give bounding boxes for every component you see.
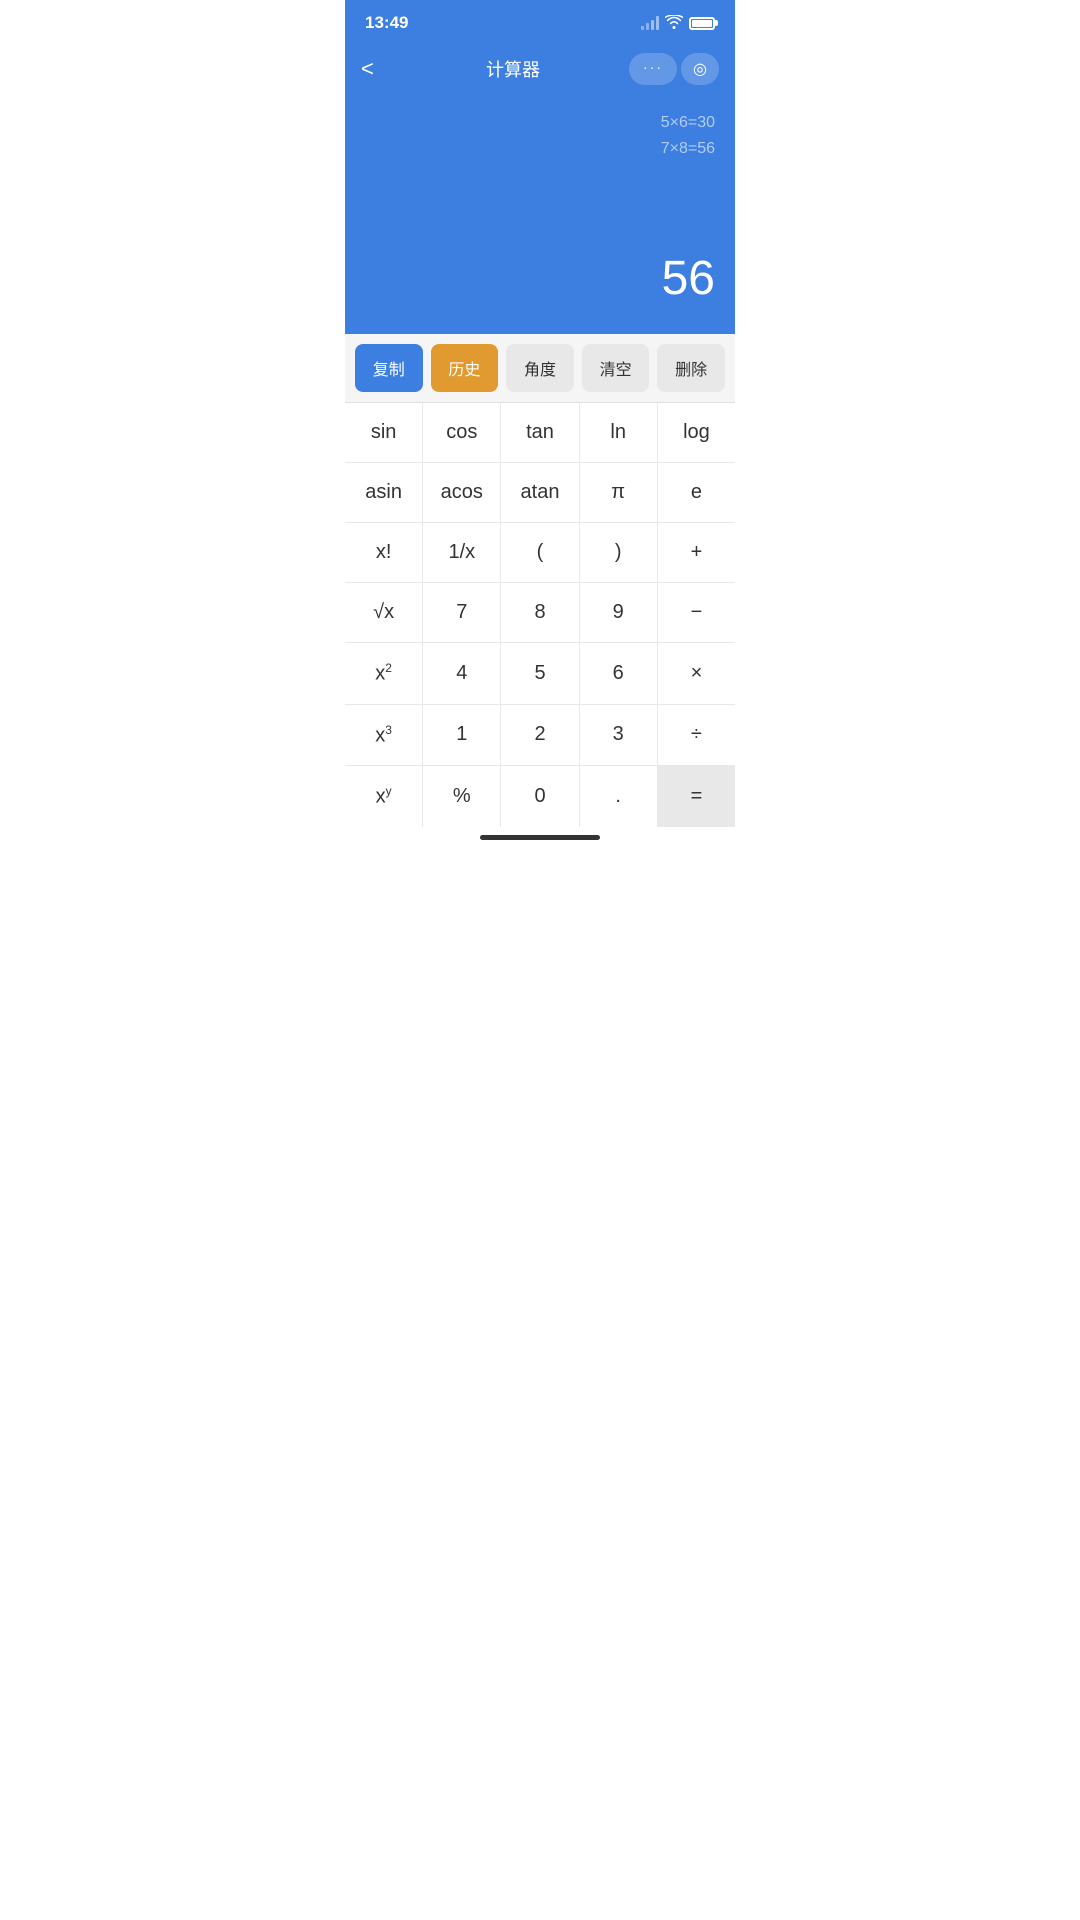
key-divide[interactable]: ÷ [658,705,735,766]
eye-button[interactable]: ◎ [681,53,719,85]
battery-icon [689,17,715,30]
angle-button[interactable]: 角度 [506,344,574,392]
nav-actions: ··· ◎ [629,53,719,85]
key-1[interactable]: 1 [423,705,501,766]
page-title: 计算器 [486,56,540,82]
key-equals[interactable]: = [658,766,735,827]
keypad: sin cos tan ln log asin acos atan π e x!… [345,403,735,827]
key-0[interactable]: 0 [501,766,579,827]
key-asin[interactable]: asin [345,463,423,522]
key-square[interactable]: x2 [345,643,423,704]
key-tan[interactable]: tan [501,403,579,462]
more-button[interactable]: ··· [629,53,677,85]
key-acos[interactable]: acos [423,463,501,522]
key-7[interactable]: 7 [423,583,501,642]
keypad-row-7: xy % 0 . = [345,766,735,827]
key-multiply[interactable]: × [658,643,735,704]
status-bar: 13:49 [345,0,735,44]
keypad-row-2: asin acos atan π e [345,463,735,523]
clear-button[interactable]: 清空 [582,344,650,392]
action-row: 复制 历史 角度 清空 删除 [345,334,735,403]
key-minus[interactable]: − [658,583,735,642]
key-plus[interactable]: + [658,523,735,582]
key-5[interactable]: 5 [501,643,579,704]
home-bar [480,835,600,840]
wifi-icon [665,15,683,32]
signal-icon [641,16,659,30]
home-indicator [345,827,735,844]
key-pi[interactable]: π [580,463,658,522]
key-cube[interactable]: x3 [345,705,423,766]
key-percent[interactable]: % [423,766,501,827]
key-3[interactable]: 3 [580,705,658,766]
back-button[interactable]: < [361,56,397,82]
key-ln[interactable]: ln [580,403,658,462]
key-atan[interactable]: atan [501,463,579,522]
key-cos[interactable]: cos [423,403,501,462]
key-2[interactable]: 2 [501,705,579,766]
key-sqrt[interactable]: √x [345,583,423,642]
history-line-2: 7×8=56 [365,136,715,162]
key-9[interactable]: 9 [580,583,658,642]
key-open-paren[interactable]: ( [501,523,579,582]
status-icons [641,15,715,32]
status-time: 13:49 [365,13,408,33]
history-line-1: 5×6=30 [365,110,715,136]
current-result: 56 [365,251,715,314]
keypad-row-3: x! 1/x ( ) + [345,523,735,583]
display-area: 5×6=30 7×8=56 56 [345,94,735,334]
key-log[interactable]: log [658,403,735,462]
delete-button[interactable]: 删除 [657,344,725,392]
key-sin[interactable]: sin [345,403,423,462]
key-decimal[interactable]: . [580,766,658,827]
key-4[interactable]: 4 [423,643,501,704]
keypad-row-4: √x 7 8 9 − [345,583,735,643]
copy-button[interactable]: 复制 [355,344,423,392]
history-button[interactable]: 历史 [431,344,499,392]
history-display: 5×6=30 7×8=56 [365,110,715,161]
key-6[interactable]: 6 [580,643,658,704]
key-8[interactable]: 8 [501,583,579,642]
keypad-row-6: x3 1 2 3 ÷ [345,705,735,767]
key-factorial[interactable]: x! [345,523,423,582]
keypad-row-5: x2 4 5 6 × [345,643,735,705]
key-reciprocal[interactable]: 1/x [423,523,501,582]
key-power[interactable]: xy [345,766,423,827]
key-close-paren[interactable]: ) [580,523,658,582]
keypad-row-1: sin cos tan ln log [345,403,735,463]
key-e[interactable]: e [658,463,735,522]
nav-bar: < 计算器 ··· ◎ [345,44,735,94]
